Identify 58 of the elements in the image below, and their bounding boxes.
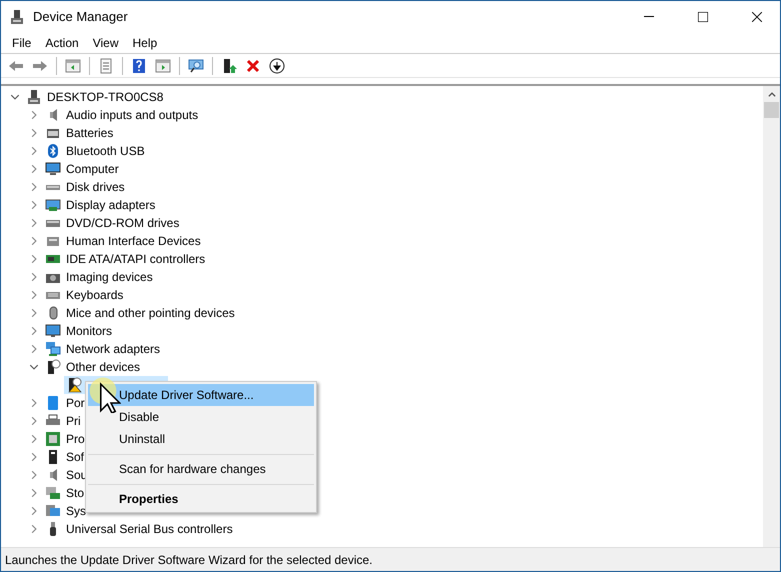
bluetooth-icon — [45, 143, 61, 159]
unknown-device-icon — [45, 359, 61, 375]
system-icon — [45, 503, 61, 519]
properties-icon — [98, 58, 114, 74]
tree-item[interactable]: Sof — [64, 448, 86, 466]
tree-item[interactable]: DVD/CD-ROM drives — [64, 214, 182, 232]
tree-item[interactable]: Sto — [64, 484, 86, 502]
monitor-scan-icon — [188, 58, 204, 74]
help-icon — [131, 58, 147, 74]
tree-item[interactable]: Display adapters — [64, 196, 158, 214]
tree-item[interactable]: Human Interface Devices — [64, 232, 203, 250]
tree-item[interactable]: Audio inputs and outputs — [64, 106, 200, 124]
tree-item[interactable]: Pri — [64, 412, 83, 430]
close-icon — [752, 12, 762, 22]
uninstall-icon — [245, 58, 261, 74]
tree-item[interactable]: Bluetooth USB — [64, 142, 147, 160]
menu-item[interactable]: Disable — [88, 406, 314, 428]
window-title: Device Manager — [33, 8, 129, 26]
menu-item[interactable]: Help — [126, 34, 164, 52]
menu-item[interactable]: View — [86, 34, 126, 52]
menu-item[interactable]: Scan for hardware changes — [88, 454, 314, 480]
console-tree-icon — [65, 58, 81, 74]
monitor-icon — [45, 323, 61, 339]
display-adapter-icon — [45, 197, 61, 213]
action-pane-icon — [155, 58, 171, 74]
menu-item[interactable]: Action — [38, 34, 86, 52]
status-text: Launches the Update Driver Software Wizard for the selected device. — [5, 552, 373, 568]
tree-item[interactable]: Computer — [64, 160, 121, 178]
processor-icon — [45, 431, 61, 447]
tree-item[interactable]: Monitors — [64, 322, 114, 340]
maximize-icon — [698, 12, 708, 22]
download-icon — [269, 58, 285, 74]
tree-item[interactable]: Por — [64, 394, 87, 412]
tree-item[interactable]: Keyboards — [64, 286, 126, 304]
tree-item[interactable]: Other devices — [64, 358, 142, 376]
computer-icon — [9, 8, 25, 24]
tree-item[interactable]: Sys — [64, 502, 88, 520]
menu-item[interactable]: File — [5, 34, 38, 52]
computer-icon — [45, 161, 61, 177]
menu-item[interactable]: Update Driver Software... — [88, 384, 314, 406]
menu-item[interactable]: Properties — [88, 484, 314, 510]
network-icon — [45, 341, 61, 357]
tree-item[interactable]: Mice and other pointing devices — [64, 304, 237, 322]
tree-item[interactable]: DESKTOP-TRO0CS8 — [45, 88, 166, 106]
scrollbar-thumb[interactable] — [764, 102, 779, 118]
storage-icon — [45, 485, 61, 501]
menu-item[interactable]: Uninstall — [88, 428, 314, 450]
tree-item[interactable]: IDE ATA/ATAPI controllers — [64, 250, 208, 268]
tree-item[interactable]: Imaging devices — [64, 268, 155, 286]
tree-item[interactable]: Disk drives — [64, 178, 127, 196]
tree-item[interactable]: Pro — [64, 430, 87, 448]
tree-item[interactable]: Batteries — [64, 124, 116, 142]
computer-tower-icon — [26, 89, 42, 105]
update-driver-icon — [221, 58, 237, 74]
port-icon — [45, 395, 61, 411]
minimize-icon — [644, 16, 654, 17]
tree-item[interactable]: Network adapters — [64, 340, 162, 358]
tree-item[interactable]: Universal Serial Bus controllers — [64, 520, 235, 538]
